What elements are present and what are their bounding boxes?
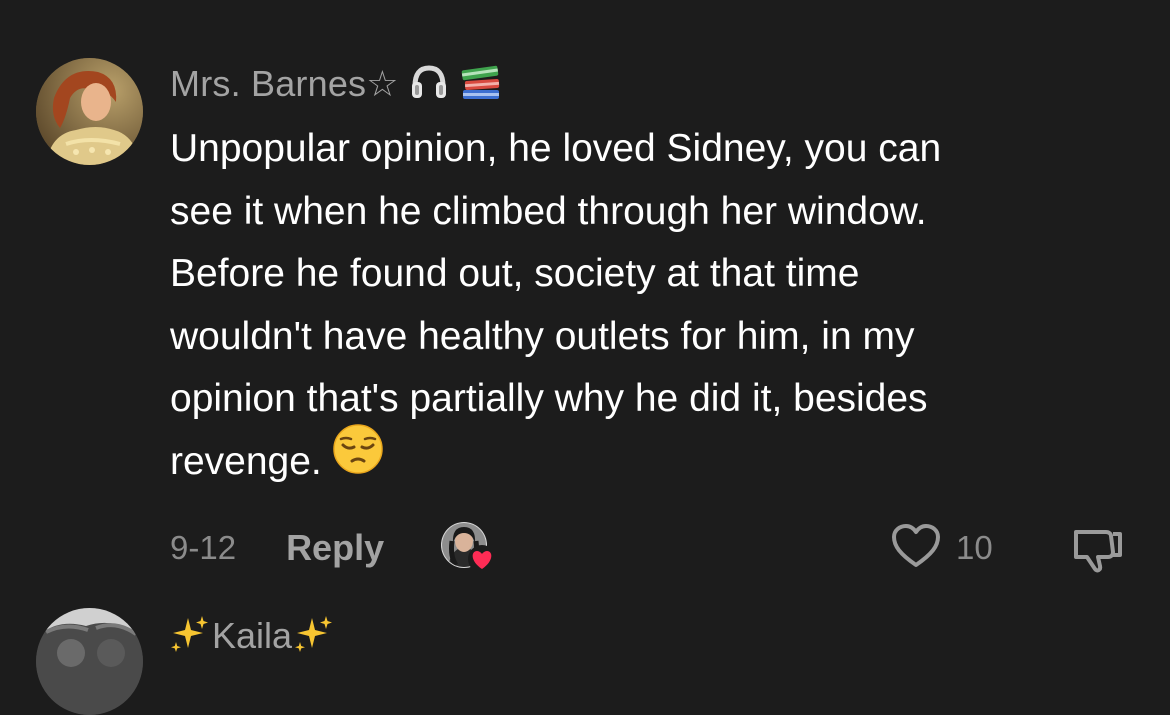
heart-badge-icon [468,545,496,573]
thumbs-down-icon [1070,530,1126,578]
heart-outline-icon [890,523,942,574]
next-comment-item: Kaila [0,600,1170,715]
comment-line-4: wouldn't have healthy outlets for him, i… [170,314,915,358]
creator-liked-badge [440,521,498,575]
comment-line-5: opinion that's partially why he did it, … [170,377,928,420]
sparkles-icon [168,614,212,659]
avatar[interactable] [36,58,143,165]
comment-item: Mrs. Barnes☆ Unpopular opinion, he loved… [0,0,1170,600]
comment-line-1: Unpopular opinion, he loved Sidney, you … [170,127,942,170]
books-icon [459,62,503,107]
username[interactable]: Mrs. Barnes☆ [170,63,399,105]
comment-text: Unpopular opinion, he loved Sidney, you … [170,118,1130,495]
comment-date: 9-12 [170,529,237,566]
dislike-button[interactable] [1070,524,1126,574]
username-row: Mrs. Barnes☆ [170,62,503,106]
comment-line-2: see it when he climbed through her windo… [170,189,927,233]
comment-line-6: revenge. [170,439,322,483]
like-count: 10 [956,529,993,566]
comment-meta: 9-12 Reply [170,522,384,574]
comment-line-3: Before he found out, society at that tim… [170,252,860,295]
reply-button[interactable]: Reply [286,527,384,569]
next-username[interactable]: Kaila [212,615,292,657]
pensive-face-emoji [332,423,384,495]
sparkles-icon [292,614,336,659]
headphones-icon [409,62,449,107]
like-button[interactable]: 10 [890,522,993,574]
next-username-row: Kaila [168,614,336,658]
next-avatar[interactable] [36,608,143,715]
